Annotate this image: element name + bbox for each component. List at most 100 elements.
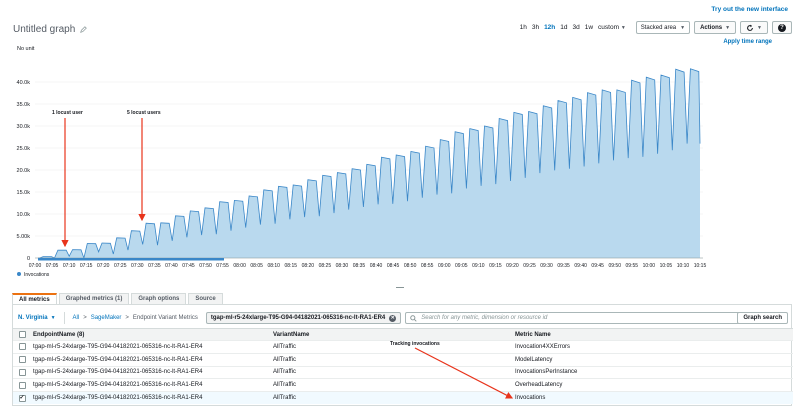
y-tick-label: 15.0k: [17, 190, 31, 196]
metric-cell: InvocationsPerInstance: [515, 369, 578, 376]
graph-search-button[interactable]: Graph search: [737, 312, 788, 324]
x-tick-label: 07:15: [80, 263, 93, 269]
range-custom[interactable]: custom ▼: [598, 24, 626, 31]
region-selector[interactable]: N. Virginia ▼: [18, 315, 56, 321]
tab-all-metrics[interactable]: All metrics: [12, 293, 57, 304]
invocations-area: [38, 68, 700, 258]
x-tick-label: 09:15: [489, 263, 502, 269]
metrics-browser: N. Virginia ▼ All > SageMaker > Endpoint…: [12, 304, 793, 406]
x-tick-label: 08:35: [353, 263, 366, 269]
x-tick-label: 08:25: [319, 263, 332, 269]
filter-chip-label: tgap-ml-r5-24xlarge-T95-G94-04182021-065…: [210, 315, 386, 321]
x-tick-label: 07:55: [216, 263, 229, 269]
table-row[interactable]: tgap-ml-r5-24xlarge-T95-G94-04182021-065…: [13, 365, 793, 379]
breadcrumb-sagemaker[interactable]: SageMaker: [91, 315, 122, 321]
metric-search-input[interactable]: Search for any metric, dimension or reso…: [405, 312, 751, 324]
chart-type-select[interactable]: Stacked area ▼: [635, 21, 691, 34]
annotation-five-users: 5 locust users: [127, 110, 161, 116]
legend-swatch: [17, 272, 21, 276]
tab-source[interactable]: Source: [188, 293, 223, 304]
tab-graph-options[interactable]: Graph options: [131, 293, 187, 304]
graph-title[interactable]: Untitled graph: [13, 24, 88, 35]
resize-handle[interactable]: [396, 287, 404, 288]
y-tick-label: 35.0k: [17, 102, 31, 108]
refresh-button[interactable]: ▼: [740, 21, 768, 34]
range-3h[interactable]: 3h: [532, 24, 539, 31]
x-tick-label: 08:45: [387, 263, 400, 269]
x-tick-label: 09:05: [455, 263, 468, 269]
region-label: N. Virginia: [18, 315, 48, 321]
time-range-selector: 1h 3h 12h 1d 3d 1w custom ▼: [520, 24, 626, 31]
row-checkbox[interactable]: [18, 343, 26, 351]
row-checkbox[interactable]: [18, 381, 26, 389]
breadcrumb-dimension: Endpoint Variant Metrics: [132, 315, 198, 321]
endpoint-cell: tgap-ml-r5-24xlarge-T95-G94-04182021-065…: [33, 356, 203, 363]
row-checkbox[interactable]: [18, 356, 26, 364]
metrics-filter-bar: N. Virginia ▼ All > SageMaker > Endpoint…: [13, 310, 793, 326]
x-tick-label: 07:10: [63, 263, 76, 269]
chevron-down-icon: ▼: [680, 24, 686, 31]
x-tick-label: 09:25: [523, 263, 536, 269]
table-header: EndpointName (8) VariantName Metric Name: [13, 328, 793, 340]
breadcrumb-all[interactable]: All: [73, 315, 80, 321]
y-tick-label: 20.0k: [17, 168, 31, 174]
x-tick-label: 09:35: [557, 263, 570, 269]
row-checkbox[interactable]: [18, 368, 26, 376]
x-tick-label: 07:00: [29, 263, 42, 269]
chevron-down-icon: ▼: [50, 315, 56, 321]
x-tick-label: 10:10: [677, 263, 690, 269]
filter-chip[interactable]: tgap-ml-r5-24xlarge-T95-G94-04182021-065…: [205, 312, 402, 324]
annotation-tracking: Tracking invocations: [390, 341, 440, 347]
graph-controls: 1h 3h 12h 1d 3d 1w custom ▼ Stacked area…: [520, 21, 792, 34]
range-1w[interactable]: 1w: [585, 24, 593, 31]
x-tick-label: 09:10: [472, 263, 485, 269]
metric-cell: OverheadLatency: [515, 382, 563, 389]
x-tick-label: 08:10: [267, 263, 280, 269]
help-button[interactable]: ?: [772, 21, 792, 34]
close-icon[interactable]: ✕: [389, 314, 397, 322]
endpoint-cell: tgap-ml-r5-24xlarge-T95-G94-04182021-065…: [33, 369, 203, 376]
annotation-one-user: 1 locust user: [52, 110, 83, 116]
col-endpoint-name[interactable]: EndpointName (8): [31, 332, 273, 338]
col-metric-name[interactable]: Metric Name: [515, 332, 793, 338]
endpoint-cell: tgap-ml-r5-24xlarge-T95-G94-04182021-065…: [33, 382, 203, 389]
help-icon: ?: [778, 23, 786, 32]
variant-cell: AllTraffic: [273, 395, 297, 402]
try-new-interface-link[interactable]: Try out the new interface: [711, 6, 788, 13]
x-tick-label: 07:25: [114, 263, 127, 269]
variant-cell: AllTraffic: [273, 382, 297, 389]
refresh-icon: [747, 24, 753, 31]
select-all-checkbox[interactable]: [18, 331, 26, 338]
x-tick-label: 10:15: [694, 263, 707, 269]
actions-button[interactable]: Actions ▼: [694, 21, 737, 34]
range-1h[interactable]: 1h: [520, 24, 527, 31]
endpoint-cell: tgap-ml-r5-24xlarge-T95-G94-04182021-065…: [33, 343, 203, 350]
breadcrumb-separator-icon: >: [125, 315, 129, 321]
x-tick-label: 08:30: [336, 263, 349, 269]
y-tick-label: 5.00k: [17, 234, 31, 240]
x-tick-label: 09:40: [574, 263, 587, 269]
y-tick-label: 0: [27, 256, 30, 262]
chevron-down-icon: ▼: [725, 24, 731, 31]
endpoint-cell: tgap-ml-r5-24xlarge-T95-G94-04182021-065…: [33, 395, 203, 402]
actions-label: Actions: [700, 24, 723, 31]
metric-cell: Invocations: [515, 395, 546, 402]
metric-cell: ModelLatency: [515, 356, 553, 363]
range-3d[interactable]: 3d: [573, 24, 580, 31]
x-tick-label: 07:20: [97, 263, 110, 269]
pencil-icon[interactable]: [80, 26, 88, 33]
metric-cell: Invocation4XXErrors: [515, 343, 571, 350]
unit-label: No unit: [17, 46, 35, 52]
row-checkbox[interactable]: ✓: [18, 394, 26, 402]
x-tick-label: 07:35: [148, 263, 161, 269]
col-variant-name[interactable]: VariantName: [273, 332, 515, 338]
table-row[interactable]: ✓ tgap-ml-r5-24xlarge-T95-G94-04182021-0…: [13, 391, 793, 404]
table-row[interactable]: tgap-ml-r5-24xlarge-T95-G94-04182021-065…: [13, 352, 793, 366]
table-row[interactable]: tgap-ml-r5-24xlarge-T95-G94-04182021-065…: [13, 378, 793, 391]
chevron-down-icon[interactable]: ▼: [757, 25, 762, 31]
range-1d[interactable]: 1d: [560, 24, 567, 31]
x-tick-label: 08:15: [285, 263, 298, 269]
tab-graphed-metrics[interactable]: Graphed metrics (1): [58, 293, 130, 304]
chart-svg: No unit 0 5.00k 10.0k 15.0k 20.0k 25.0k 30.0k 35…: [17, 46, 707, 278]
range-12h[interactable]: 12h: [544, 24, 555, 31]
